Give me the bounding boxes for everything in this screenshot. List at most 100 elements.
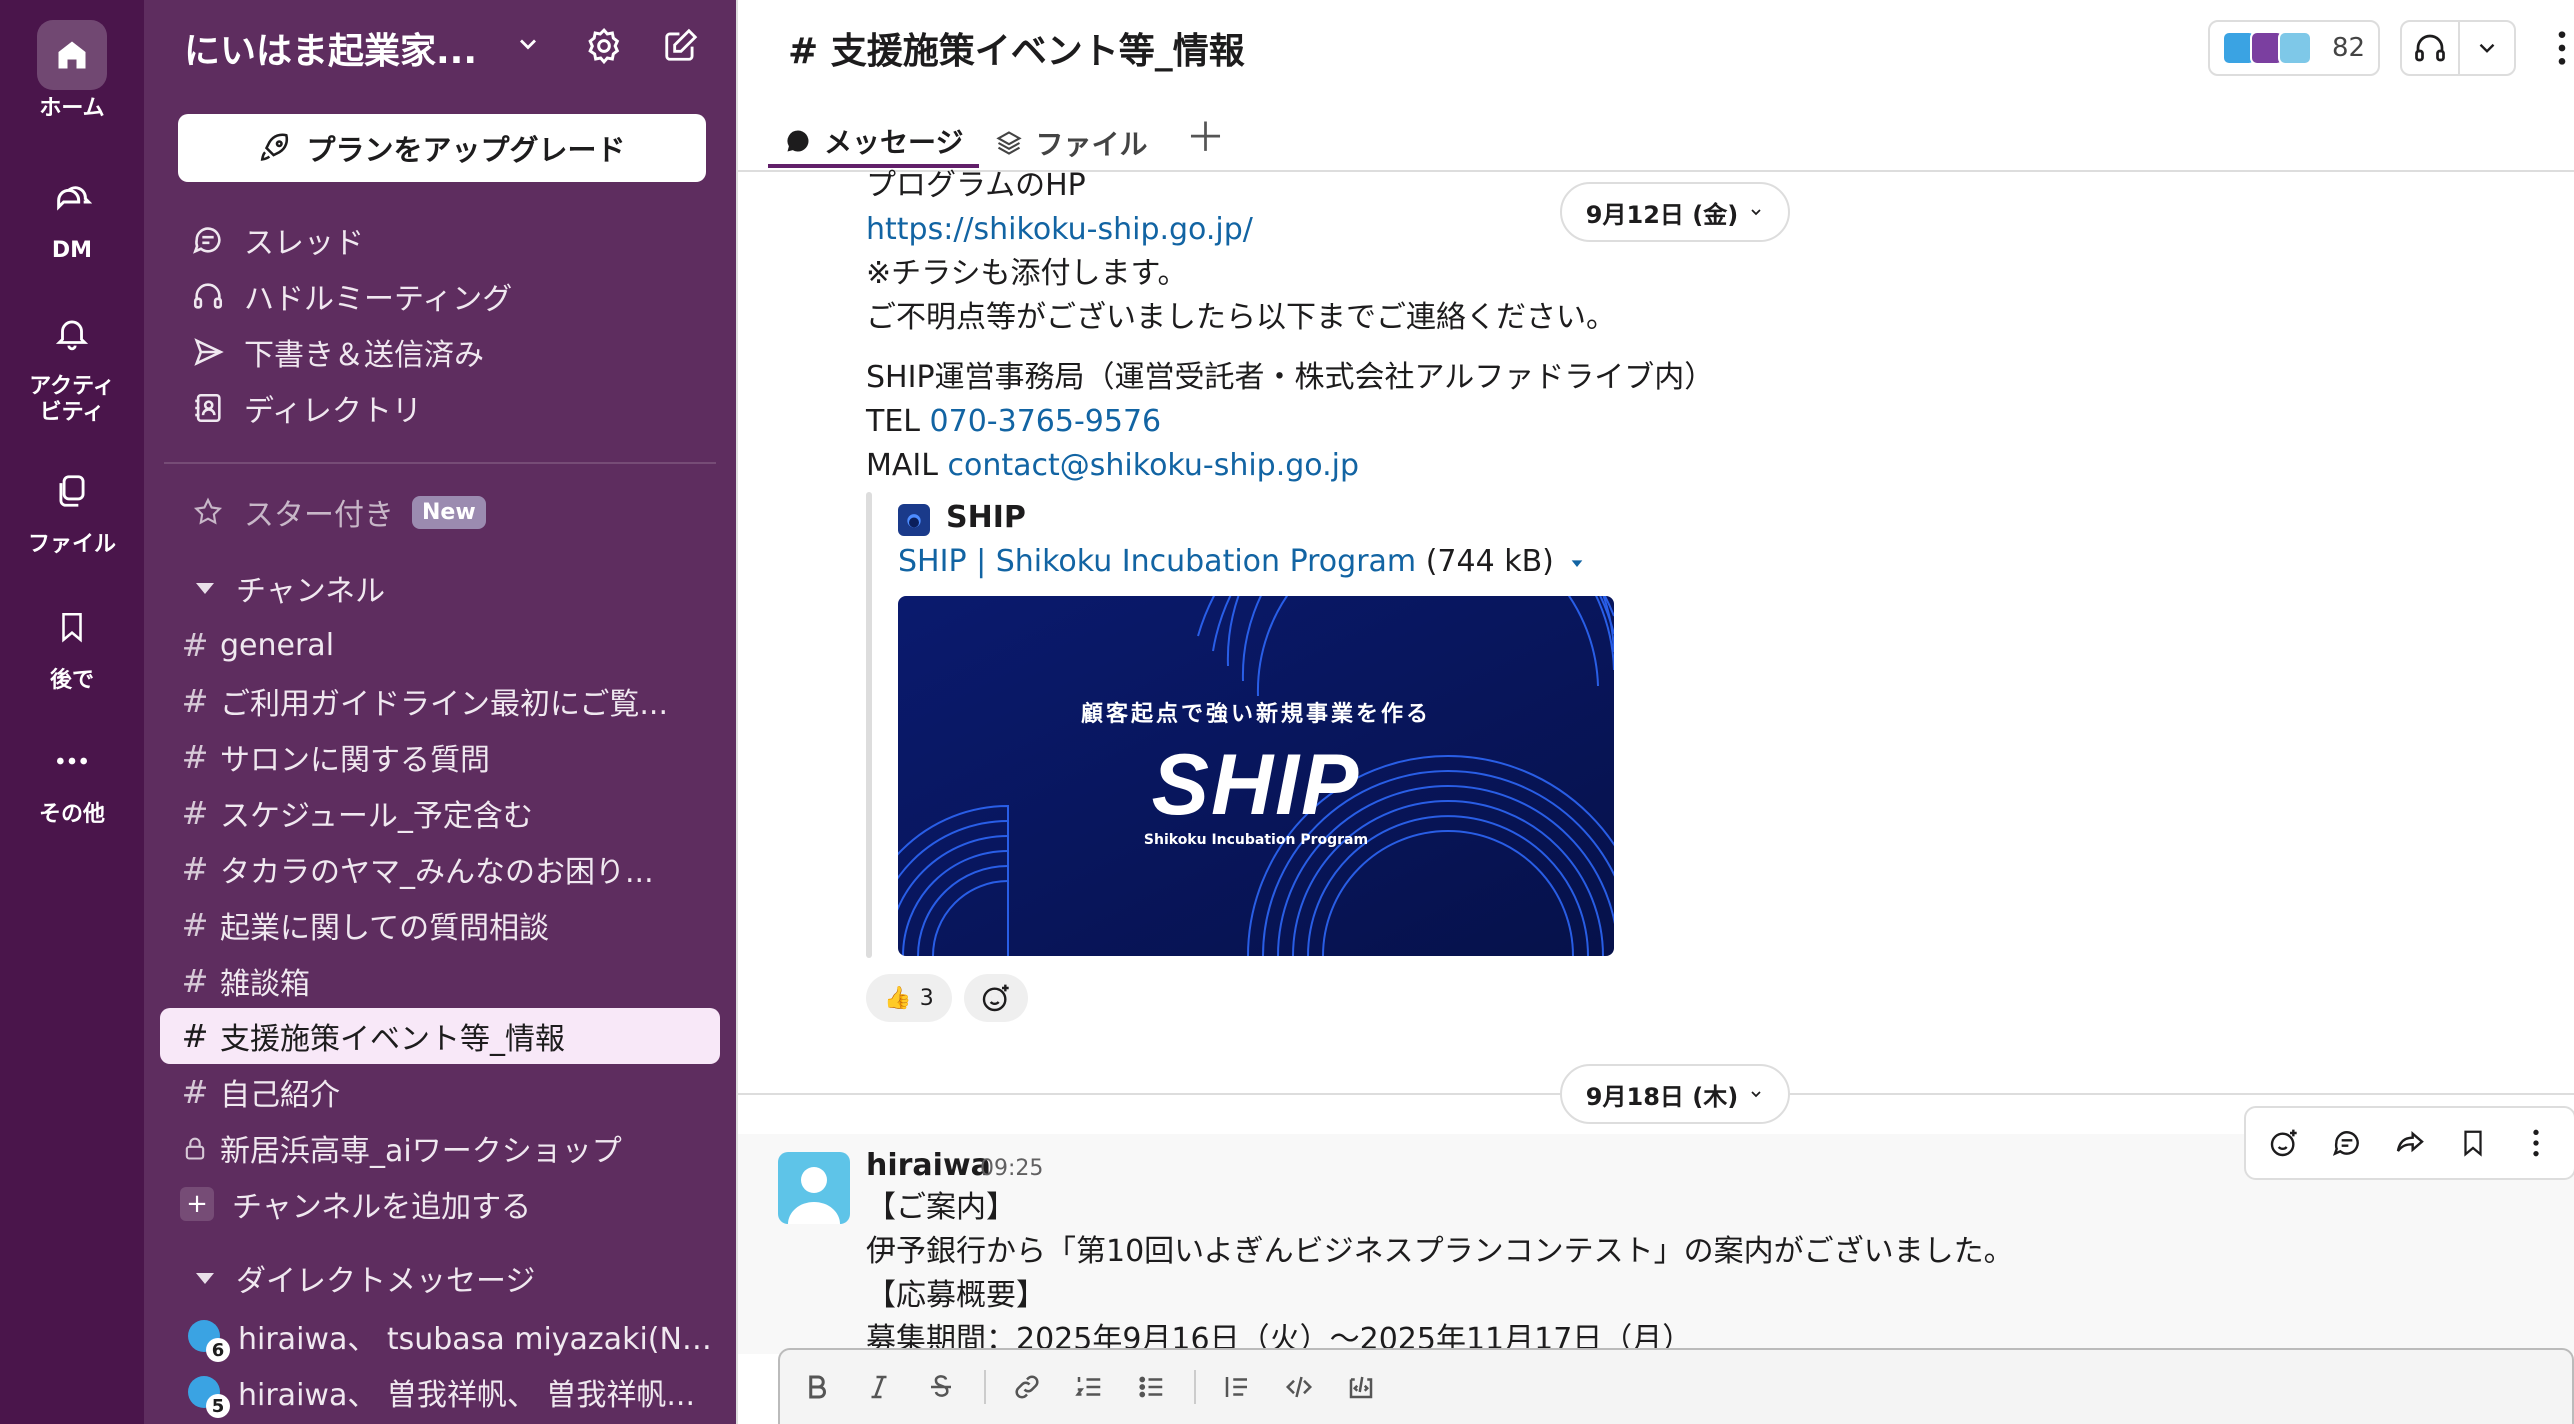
attachment-image[interactable]: 顧客起点で強い新規事業を作る SHIP Shikoku Incubation P…: [898, 596, 1614, 956]
rail-files-label: ファイル: [27, 532, 116, 557]
huddle-button[interactable]: [2400, 20, 2516, 76]
gear-icon[interactable]: [584, 26, 624, 66]
caret-down-icon[interactable]: [1569, 555, 1585, 571]
channel-menu-icon[interactable]: [2556, 28, 2568, 68]
member-avatar: [2278, 31, 2312, 65]
nav-directory[interactable]: ディレクトリ: [190, 383, 422, 433]
ordered-list-icon[interactable]: [1066, 1364, 1112, 1410]
headphones-icon[interactable]: [2402, 22, 2458, 74]
sidebar-channel-ai-workshop[interactable]: 新居浜高専_aiワークショップ: [160, 1120, 720, 1176]
message-actions-toolbar: [2244, 1106, 2574, 1180]
message-composer[interactable]: [778, 1348, 2574, 1424]
app-rail: ホーム DM アクティ ビティ ファイル 後で その他: [0, 0, 144, 1424]
sidebar-channel-general[interactable]: # general: [160, 617, 720, 673]
more-dots-icon: [37, 726, 107, 796]
section-direct-messages[interactable]: ダイレクトメッセージ: [196, 1253, 535, 1303]
hash-icon: #: [181, 906, 209, 944]
code-icon[interactable]: [1276, 1364, 1322, 1410]
sidebar-channel-guidelines[interactable]: # ご利用ガイドライン最初にご覧...: [160, 673, 720, 729]
chevron-down-icon: [1748, 204, 1764, 220]
add-reaction-button[interactable]: [964, 974, 1028, 1022]
members-button[interactable]: 82: [2208, 20, 2380, 76]
section-channels[interactable]: チャンネル: [196, 563, 385, 613]
bold-icon[interactable]: [794, 1364, 840, 1410]
image-logo-text: SHIP: [1151, 737, 1361, 833]
sidebar-dm-group-2[interactable]: 5 hiraiwa、 曽我祥帆、 曽我祥帆...: [188, 1367, 696, 1418]
channel-name: 起業に関しての質問相談: [220, 911, 550, 946]
rail-activity[interactable]: アクティ ビティ: [0, 298, 144, 426]
channel-name: 雑談箱: [220, 967, 310, 1002]
message-bubble-icon: [784, 127, 812, 155]
rail-later[interactable]: 後で: [0, 592, 144, 694]
italic-icon[interactable]: [856, 1364, 902, 1410]
sidebar-channel-takara[interactable]: # タカラのヤマ_みんなのお困り...: [160, 841, 720, 897]
link-icon[interactable]: [1004, 1364, 1050, 1410]
hash-icon: #: [181, 1073, 209, 1111]
ship-favicon: [898, 504, 930, 536]
sidebar-channel-support-events[interactable]: # 支援施策イベント等_情報: [160, 1008, 720, 1064]
tab-files[interactable]: ファイル: [979, 108, 1163, 168]
message-line: ご不明点等がございましたら以下までご連絡ください。: [866, 300, 1616, 335]
layers-icon: [995, 129, 1023, 157]
compose-icon[interactable]: [662, 26, 700, 64]
nav-threads[interactable]: スレッド: [190, 215, 364, 265]
member-count: 82: [2332, 33, 2366, 63]
section-starred[interactable]: スター付き New: [190, 487, 486, 537]
more-actions-icon[interactable]: [2511, 1118, 2561, 1168]
chevron-down-icon[interactable]: [514, 30, 542, 58]
sidebar-dm-group-1[interactable]: 6 hiraiwa、 tsubasa miyazaki(NoC...: [188, 1311, 718, 1362]
reaction-thumbs-up[interactable]: 👍 3: [866, 974, 952, 1022]
attachment-file-link[interactable]: SHIP | Shikoku Incubation Program: [898, 544, 1416, 579]
channel-title-text: 支援施策イベント等_情報: [830, 31, 1245, 72]
blockquote-icon[interactable]: [1214, 1364, 1260, 1410]
tel-link[interactable]: 070-3765-9576: [930, 404, 1162, 439]
chevron-down-icon: [1748, 1086, 1764, 1102]
caret-down-icon: [196, 1272, 214, 1284]
tab-files-label: ファイル: [1035, 128, 1148, 161]
code-block-icon[interactable]: [1338, 1364, 1384, 1410]
tab-messages[interactable]: メッセージ: [768, 108, 980, 168]
date-divider-sep12[interactable]: 9月12日 (金): [1560, 182, 1790, 242]
bullet-list-icon[interactable]: [1128, 1364, 1174, 1410]
rail-home[interactable]: ホーム: [0, 20, 144, 122]
workspace-name[interactable]: にいはま起業家...: [184, 22, 477, 74]
sidebar-channel-startup-qa[interactable]: # 起業に関しての質問相談: [160, 897, 720, 953]
sidebar-channel-schedule[interactable]: # スケジュール_予定含む: [160, 785, 720, 841]
message-timestamp[interactable]: 09:25: [980, 1156, 1043, 1181]
chevron-down-icon[interactable]: [2457, 22, 2514, 74]
dm-heading: ダイレクトメッセージ: [236, 1264, 536, 1299]
rail-more[interactable]: その他: [0, 726, 144, 828]
date-divider-sep18[interactable]: 9月18日 (木): [1560, 1064, 1790, 1124]
add-channel-button[interactable]: + チャンネルを追加する: [160, 1176, 720, 1232]
rail-files[interactable]: ファイル: [0, 456, 144, 558]
dm-name: hiraiwa、 曽我祥帆、 曽我祥帆...: [238, 1378, 696, 1413]
message-author[interactable]: hiraiwa: [866, 1148, 991, 1183]
upgrade-plan-button[interactable]: プランをアップグレード: [178, 114, 706, 182]
date-label: 9月12日 (金): [1585, 200, 1739, 229]
message-tel-line: TEL 070-3765-9576: [866, 402, 1161, 442]
message-line: 【応募概要】: [866, 1278, 1046, 1313]
hash-icon: #: [181, 626, 209, 664]
rail-activity-label: アクティ ビティ: [29, 374, 115, 425]
forward-icon[interactable]: [2385, 1118, 2435, 1168]
add-tab-button[interactable]: ＋: [1163, 108, 1247, 168]
toolbar-separator: [984, 1370, 986, 1404]
avatar[interactable]: [778, 1152, 850, 1224]
mail-link[interactable]: contact@shikoku-ship.go.jp: [948, 448, 1360, 483]
send-icon: [190, 334, 226, 370]
rail-dm[interactable]: DM: [0, 162, 144, 264]
add-emoji-icon[interactable]: [2259, 1118, 2309, 1168]
channel-title[interactable]: # 支援施策イベント等_情報: [788, 22, 1245, 74]
reply-thread-icon[interactable]: [2322, 1118, 2372, 1168]
home-icon: [37, 20, 107, 90]
sidebar-channel-salon[interactable]: # サロンに関する質問: [160, 729, 720, 785]
nav-huddles[interactable]: ハドルミーティング: [190, 271, 512, 321]
channel-name: 自己紹介: [220, 1078, 340, 1113]
files-icon: [37, 456, 107, 526]
sidebar-channel-chat[interactable]: # 雑談箱: [160, 953, 720, 1009]
message-link[interactable]: https://shikoku-ship.go.jp/: [866, 210, 1253, 250]
sidebar-channel-intro[interactable]: # 自己紹介: [160, 1064, 720, 1120]
strikethrough-icon[interactable]: [918, 1364, 964, 1410]
bookmark-icon[interactable]: [2448, 1118, 2498, 1168]
nav-drafts[interactable]: 下書き＆送信済み: [190, 327, 484, 377]
